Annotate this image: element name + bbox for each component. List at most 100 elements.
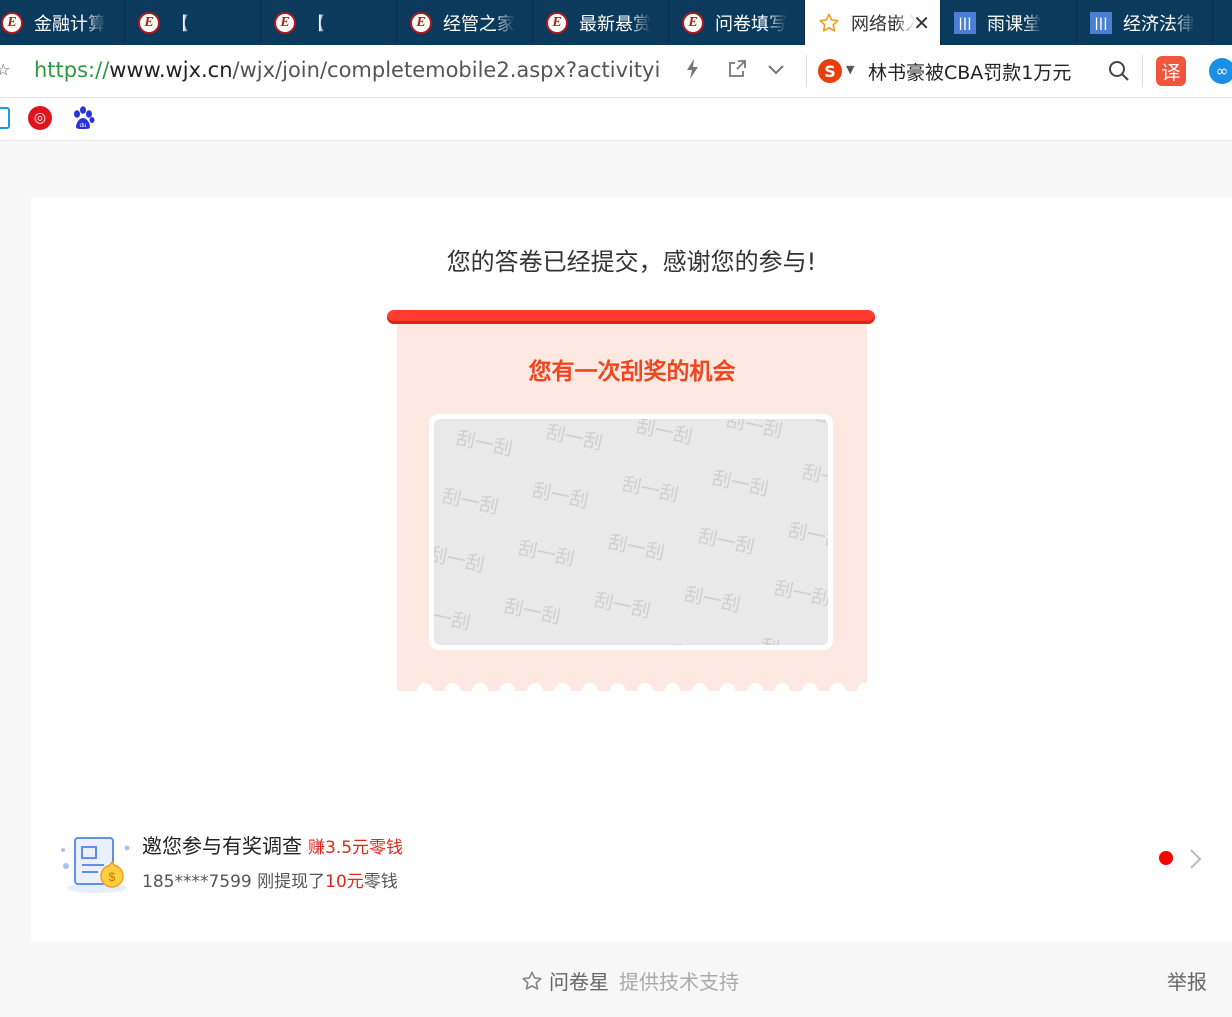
bookmark-bar: ◎ du [0,98,1232,141]
reward-survey-banner[interactable]: $ 邀您参与有奖调查 赚3.5元零钱 185****7599 刚提现了10元零钱 [31,818,1232,898]
scratch-watermark: 刮一刮 [772,577,828,611]
tab-economic-law[interactable]: ||| 经济法律 [1077,0,1213,45]
tab-label: 经济法律 [1123,13,1195,35]
scratch-watermark: 刮一刮 [786,519,828,553]
thanks-message: 您的答卷已经提交，感谢您的参与! [446,248,817,276]
e-icon: E [681,11,705,35]
lightning-icon[interactable] [684,58,702,85]
promo-subtitle: 185****7599 刚提现了10元零钱 [142,867,398,892]
scratch-lottery: 您有一次刮奖的机会 刮一刮 刮一刮 刮一刮 刮一刮 刮一刮 刮一刮 刮一刮 刮一刮 刮一刮 刮一刮… [387,310,875,698]
scratch-watermark: 刮一刮 [578,643,639,645]
scratch-watermark: 刮一刮 [502,595,563,629]
tab-2[interactable]: E 【 [125,0,261,45]
divider [1142,55,1143,87]
promo-title-text: 邀您参与有奖调查 [142,834,302,858]
tab-network-active[interactable]: 网络嵌入 ✕ [805,0,941,45]
scratch-watermark: 刮一刮 [516,537,577,571]
chevron-right-icon[interactable] [1187,847,1203,875]
scratch-surface[interactable]: 刮一刮 刮一刮 刮一刮 刮一刮 刮一刮 刮一刮 刮一刮 刮一刮 刮一刮 刮一刮 刮一刮 刮一刮 刮一刮刮… [434,419,828,645]
scratch-watermark: 刮一刮 [634,419,695,449]
tab-3[interactable]: E 【 [261,0,397,45]
infinity-icon[interactable]: ∞ [1209,58,1232,84]
tab-label: 雨课堂 [987,13,1041,35]
promo-earn: 赚3.5元零钱 [308,838,404,858]
lottery-title: 您有一次刮奖的机会 [528,359,736,385]
e-icon: E [273,11,297,35]
scratch-watermark: 刮一刮 [724,419,785,443]
translate-icon[interactable]: 译 [1156,56,1186,86]
footer-brand[interactable]: 问卷星 提供技术支持 [521,966,739,995]
scratch-watermark: 刮一刮 [710,467,771,501]
scratch-watermark: 刮一刮 [592,589,653,623]
tab-label: 【 [171,13,189,35]
scratch-watermark: 刮一刮 [606,531,667,565]
scratch-area[interactable]: 刮一刮 刮一刮 刮一刮 刮一刮 刮一刮 刮一刮 刮一刮 刮一刮 刮一刮 刮一刮 刮一刮 刮一刮 刮一刮刮… [429,414,833,650]
scratch-watermark: 刮一刮 [800,461,828,495]
star-outline-icon [521,970,543,992]
brand-name: 问卷星 [549,970,609,994]
url-field[interactable]: https://www.wjx.cn/wjx/join/completemobi… [34,58,659,82]
promo-sub-amount: 10元 [325,872,364,892]
bookmark-icon[interactable] [0,107,10,129]
page-footer: 问卷星 提供技术支持 举报 [31,942,1232,1017]
svg-text:du: du [80,123,87,129]
browser-tab-bar: E 金融计算 E 【 E 【 E 经管之家 E 最新悬赏 E 问卷填写 网络嵌入… [0,0,1232,45]
report-link[interactable]: 举报 [1167,966,1207,995]
promo-title: 邀您参与有奖调查 赚3.5元零钱 [142,830,403,859]
survey-money-icon: $ [57,828,133,896]
scratch-watermark: 刮一刮 [682,583,743,617]
e-icon: E [545,11,569,35]
scratch-watermark: 刮一刮 [434,543,487,577]
search-icon[interactable] [1108,60,1130,86]
scratch-watermark: 刮一刮 [454,427,515,461]
promo-sub-prefix: 185****7599 刚提现了 [142,872,326,892]
tab-survey-fill[interactable]: E 问卷填写 [669,0,805,45]
url-domain: www.wjx.cn [109,58,233,82]
scratch-watermark: 刮一刮 [696,525,757,559]
tab-latest-bounty[interactable]: E 最新悬赏 [533,0,669,45]
search-engine-icon[interactable]: S [818,59,842,83]
address-bar: ☆ https://www.wjx.cn/wjx/join/completemo… [0,45,1232,98]
tab-label: 金融计算 [34,13,106,35]
tab-label: 问卷填写 [715,13,787,35]
scratch-watermark: 刮一刮 [530,479,591,513]
scratch-watermark: 刮一刮 [620,473,681,507]
e-icon: E [137,11,161,35]
scratch-watermark: 刮一刮 [668,637,729,645]
netease-music-icon[interactable]: ◎ [28,106,52,130]
url-protocol: https:// [34,58,110,82]
survey-complete-card: 您的答卷已经提交，感谢您的参与! 您有一次刮奖的机会 刮一刮 刮一刮 刮一刮 刮一刮刮… [31,198,1232,942]
promo-sub-suffix: 零钱 [363,872,398,892]
caret-down-icon[interactable]: ▼ [846,63,854,76]
notification-dot [1159,851,1173,865]
tech-support-text: 提供技术支持 [619,970,739,994]
tab-label: 经管之家 [443,13,515,35]
lottery-rod [387,310,875,324]
tab-rain-classroom[interactable]: ||| 雨课堂 [941,0,1077,45]
svg-text:$: $ [109,870,116,884]
tab-label: 最新悬赏 [579,13,651,35]
divider [806,55,807,87]
e-icon: E [409,11,433,35]
tab-finance-calc[interactable]: E 金融计算 [0,0,125,45]
tab-econ-home[interactable]: E 经管之家 [397,0,533,45]
scratch-watermark: 刮一刮 [814,419,828,437]
baidu-paw-icon[interactable]: du [70,105,96,131]
scratch-watermark: 刮一刮 [758,631,819,645]
rain-classroom-icon: ||| [953,11,977,35]
hot-search-text[interactable]: 林书豪被CBA罚款1万元 [868,58,1071,85]
star-icon [817,11,841,35]
scratch-watermark: 刮一刮 [440,485,501,519]
scalloped-edge [397,682,867,696]
tab-label: 网络嵌入 [851,13,915,35]
chevron-down-icon[interactable] [766,58,786,85]
close-tab-icon[interactable]: ✕ [913,11,930,35]
scratch-watermark: 刮一刮 [434,601,473,635]
e-icon: E [0,11,24,35]
favorite-star-icon[interactable]: ☆ [0,60,10,79]
scratch-watermark: 刮一刮 [544,421,605,455]
tab-label: 【 [307,13,325,35]
rain-classroom-icon: ||| [1089,11,1113,35]
share-icon[interactable] [726,58,748,85]
url-path: /wjx/join/completemobile2.aspx?activityi… [232,58,659,82]
